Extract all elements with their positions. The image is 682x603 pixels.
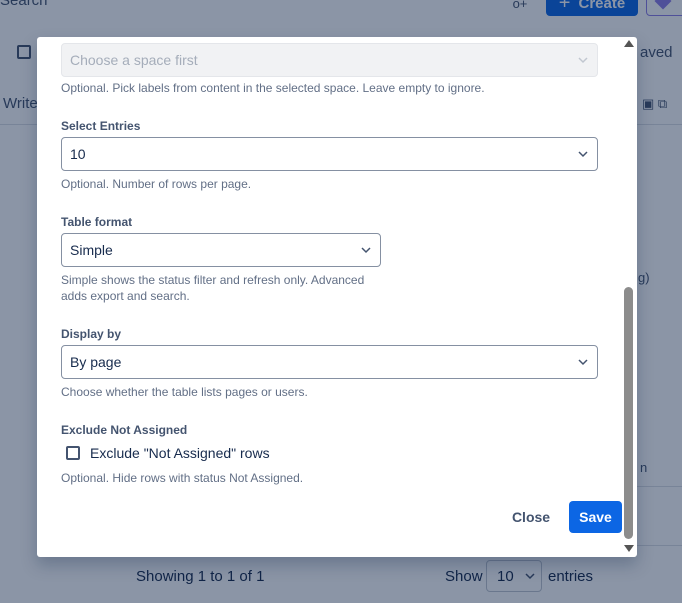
exclude-not-assigned-row[interactable]: Exclude "Not Assigned" rows [66, 445, 270, 461]
display-by-help: Choose whether the table lists pages or … [61, 385, 308, 399]
select-entries-value: 10 [70, 146, 86, 162]
select-entries-select[interactable]: 10 [61, 137, 598, 171]
labels-select-placeholder: Choose a space first [70, 52, 198, 68]
select-entries-label: Select Entries [61, 119, 141, 133]
chevron-down-icon [577, 54, 589, 66]
chevron-down-icon [577, 148, 589, 160]
table-format-label: Table format [61, 215, 133, 229]
display-by-select[interactable]: By page [61, 345, 598, 379]
table-format-select[interactable]: Simple [61, 233, 381, 267]
chevron-down-icon [360, 244, 372, 256]
labels-select[interactable]: Choose a space first [61, 43, 598, 77]
table-format-value: Simple [70, 242, 113, 258]
chevron-down-icon [577, 356, 589, 368]
exclude-not-assigned-help: Optional. Hide rows with status Not Assi… [61, 471, 304, 485]
table-format-help-line1: Simple shows the status filter and refre… [61, 273, 365, 287]
exclude-not-assigned-label: Exclude Not Assigned [61, 423, 188, 437]
scroll-up-arrow-icon[interactable] [624, 40, 634, 47]
table-format-help-line2: adds export and search. [61, 289, 190, 303]
display-by-value: By page [70, 354, 122, 370]
scrollbar-thumb[interactable] [624, 287, 633, 539]
scroll-down-arrow-icon[interactable] [624, 545, 634, 552]
macro-config-dialog: Choose a space first Optional. Pick labe… [37, 37, 637, 557]
save-button[interactable]: Save [569, 501, 622, 533]
exclude-not-assigned-checkbox-label[interactable]: Exclude "Not Assigned" rows [90, 445, 270, 461]
display-by-label: Display by [61, 327, 122, 341]
exclude-not-assigned-checkbox[interactable] [66, 446, 80, 460]
select-entries-help: Optional. Number of rows per page. [61, 177, 252, 191]
close-button[interactable]: Close [501, 501, 561, 533]
labels-help: Optional. Pick labels from content in th… [61, 81, 485, 95]
